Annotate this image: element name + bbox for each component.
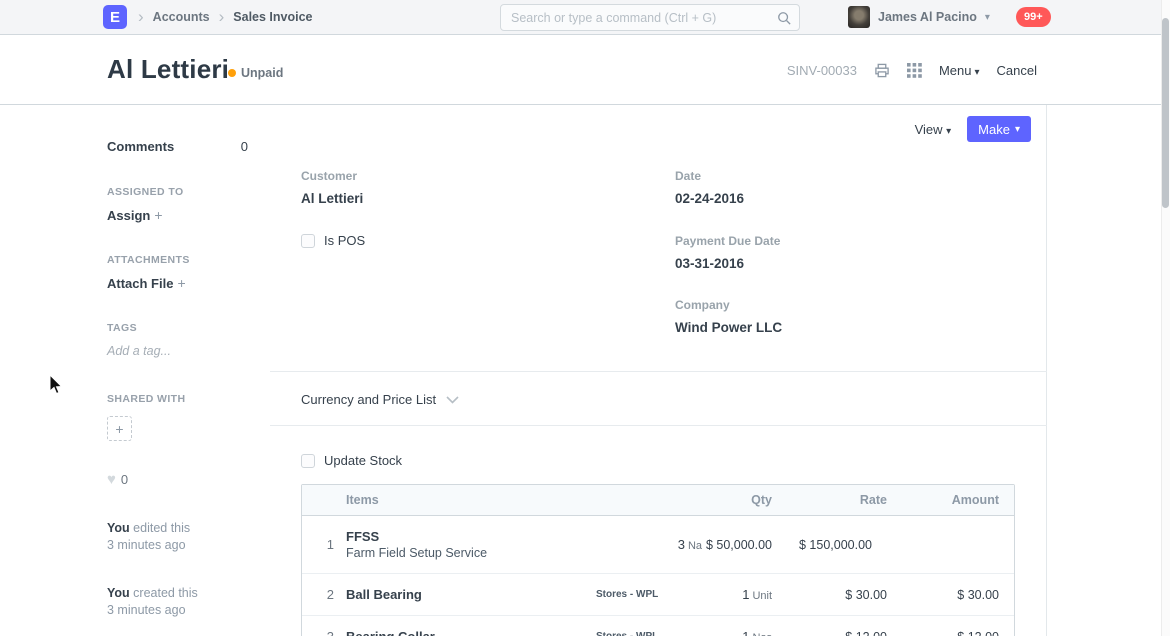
update-stock-field[interactable]: Update Stock bbox=[301, 453, 402, 468]
table-row[interactable]: 1 FFSS Farm Field Setup Service 3Na $ 50… bbox=[302, 516, 1014, 574]
table-row[interactable]: 3 Bearing Collar Stores - WPL 1Nos $ 12.… bbox=[302, 616, 1014, 636]
status-label: Unpaid bbox=[241, 66, 283, 80]
row-index: 3 bbox=[302, 629, 346, 636]
customer-value[interactable]: Al Lettieri bbox=[301, 191, 363, 206]
update-stock-label: Update Stock bbox=[324, 453, 402, 468]
item-rate: $ 50,000.00 bbox=[702, 538, 772, 552]
grid-icon[interactable] bbox=[907, 63, 922, 78]
user-name: James Al Pacino bbox=[878, 10, 977, 24]
add-share-button[interactable]: + bbox=[107, 416, 132, 441]
heart-icon[interactable]: ♥ bbox=[107, 472, 116, 487]
cancel-button[interactable]: Cancel bbox=[997, 63, 1037, 78]
item-name: Ball Bearing bbox=[346, 586, 574, 603]
item-amount: $ 12.00 bbox=[887, 630, 1014, 636]
is-pos-label: Is POS bbox=[324, 233, 365, 248]
comments-count: 0 bbox=[241, 139, 248, 154]
chevron-right-icon: › bbox=[138, 8, 144, 27]
user-menu[interactable]: James Al Pacino ▾ bbox=[848, 0, 990, 34]
item-name: Bearing Collar bbox=[346, 628, 574, 636]
status-badge: Unpaid bbox=[228, 66, 283, 80]
item-qty: 1Unit bbox=[702, 587, 772, 602]
attachments-heading: ATTACHMENTS bbox=[107, 254, 248, 266]
plus-icon: + bbox=[154, 207, 162, 223]
item-amount: $ 150,000.00 bbox=[772, 538, 887, 552]
activity-entry: You edited this 3 minutes ago bbox=[107, 520, 248, 554]
chevron-down-icon: ▾ bbox=[1015, 124, 1020, 135]
col-rate: Rate bbox=[772, 493, 887, 507]
item-warehouse: Stores - WPL bbox=[582, 589, 702, 600]
items-table-header: Items Qty Rate Amount bbox=[302, 485, 1014, 516]
breadcrumb: › Accounts › Sales Invoice bbox=[138, 0, 313, 34]
section-divider bbox=[270, 371, 1047, 372]
assign-button[interactable]: Assign+ bbox=[107, 207, 248, 225]
update-stock-checkbox[interactable] bbox=[301, 454, 315, 468]
add-tag-input[interactable]: Add a tag... bbox=[107, 344, 248, 358]
app-logo[interactable]: E bbox=[103, 5, 127, 29]
like-widget[interactable]: ♥ 0 bbox=[107, 472, 248, 487]
breadcrumb-accounts[interactable]: Accounts bbox=[153, 10, 210, 24]
table-row[interactable]: 2 Ball Bearing Stores - WPL 1Unit $ 30.0… bbox=[302, 574, 1014, 616]
page-head: Al Lettieri Unpaid SINV-00033 bbox=[0, 36, 1170, 105]
company-label: Company bbox=[675, 298, 730, 312]
col-qty: Qty bbox=[702, 493, 772, 507]
item-qty: 3Na bbox=[582, 537, 702, 552]
sales-invoice-page: E › Accounts › Sales Invoice Search or t… bbox=[0, 0, 1170, 636]
top-navbar: E › Accounts › Sales Invoice Search or t… bbox=[0, 0, 1170, 35]
chevron-down-icon: ▾ bbox=[946, 126, 951, 137]
view-button[interactable]: View ▾ bbox=[915, 122, 952, 137]
like-count: 0 bbox=[121, 472, 128, 487]
company-value[interactable]: Wind Power LLC bbox=[675, 320, 782, 335]
item-warehouse: Stores - WPL bbox=[582, 631, 702, 636]
comments-link[interactable]: Comments bbox=[107, 139, 174, 154]
scrollbar-thumb[interactable] bbox=[1162, 18, 1169, 208]
currency-section-toggle[interactable]: Currency and Price List bbox=[301, 392, 459, 407]
plus-icon: + bbox=[177, 275, 185, 291]
item-amount: $ 30.00 bbox=[887, 588, 1014, 602]
chevron-down-icon: ▾ bbox=[985, 12, 990, 23]
user-avatar bbox=[848, 6, 870, 28]
col-items: Items bbox=[346, 493, 582, 507]
attach-file-button[interactable]: Attach File+ bbox=[107, 275, 248, 293]
make-button[interactable]: Make▾ bbox=[967, 116, 1031, 142]
due-date-value[interactable]: 03-31-2016 bbox=[675, 256, 744, 271]
search-placeholder: Search or type a command (Ctrl + G) bbox=[511, 11, 777, 25]
col-amount: Amount bbox=[887, 493, 1014, 507]
item-rate: $ 30.00 bbox=[772, 588, 887, 602]
page-title: Al Lettieri bbox=[107, 54, 229, 85]
tags-heading: TAGS bbox=[107, 322, 248, 334]
shared-with-heading: SHARED WITH bbox=[107, 393, 248, 405]
search-icon bbox=[777, 11, 791, 25]
status-dot-icon bbox=[228, 69, 236, 77]
plus-icon: + bbox=[115, 421, 123, 437]
chevron-down-icon bbox=[446, 396, 459, 404]
date-value[interactable]: 02-24-2016 bbox=[675, 191, 744, 206]
item-qty: 1Nos bbox=[702, 629, 772, 636]
document-id: SINV-00033 bbox=[787, 63, 857, 78]
menu-button[interactable]: Menu▾ bbox=[939, 63, 980, 78]
chevron-down-icon: ▾ bbox=[975, 67, 980, 78]
assigned-to-heading: ASSIGNED TO bbox=[107, 186, 248, 198]
scrollbar-track[interactable] bbox=[1161, 0, 1170, 636]
due-date-label: Payment Due Date bbox=[675, 234, 780, 248]
is-pos-checkbox[interactable] bbox=[301, 234, 315, 248]
breadcrumb-sales-invoice[interactable]: Sales Invoice bbox=[233, 10, 312, 24]
row-index: 1 bbox=[302, 537, 346, 552]
date-label: Date bbox=[675, 169, 701, 183]
items-table: Items Qty Rate Amount 1 FFSS Farm Field … bbox=[301, 484, 1015, 636]
customer-label: Customer bbox=[301, 169, 357, 183]
item-description: Farm Field Setup Service bbox=[346, 545, 574, 562]
form-sidebar: Comments 0 ASSIGNED TO Assign+ ATTACHMEN… bbox=[0, 105, 270, 636]
section-divider bbox=[270, 425, 1047, 426]
is-pos-field[interactable]: Is POS bbox=[301, 233, 365, 248]
row-index: 2 bbox=[302, 587, 346, 602]
form-body: View ▾ Make▾ Customer Al Lettieri Is POS… bbox=[270, 105, 1047, 636]
chevron-right-icon: › bbox=[219, 8, 225, 27]
global-search-input[interactable]: Search or type a command (Ctrl + G) bbox=[500, 4, 800, 31]
activity-entry: You created this 3 minutes ago bbox=[107, 585, 248, 619]
print-icon[interactable] bbox=[874, 63, 890, 78]
item-rate: $ 12.00 bbox=[772, 630, 887, 636]
notification-badge[interactable]: 99+ bbox=[1016, 7, 1051, 27]
item-name: FFSS bbox=[346, 528, 574, 545]
